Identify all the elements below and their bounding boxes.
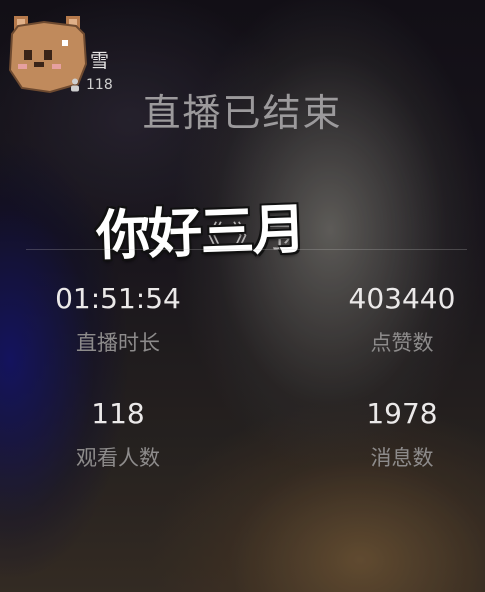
stat-value: 403440 (348, 282, 456, 315)
stat-likes: 403440 点赞数 (302, 282, 485, 357)
stat-label: 消息数 (370, 446, 434, 470)
live-ended-title: 直播已结束 (142, 91, 343, 135)
overlay-sticker-text: 你好三月 (95, 197, 306, 268)
stat-label: 直播时长 (76, 331, 160, 355)
live-ended-screen: 雪 118 直播已结束 《 》序 你好三月 01:51:54 直播时长 4034… (0, 0, 485, 592)
stat-live-duration: 01:51:54 直播时长 (18, 282, 218, 357)
stat-value: 118 (91, 397, 145, 430)
divider (26, 249, 467, 250)
stat-label: 观看人数 (76, 446, 160, 470)
stat-value: 01:51:54 (55, 282, 181, 315)
streamer-name[interactable]: 雪 (90, 46, 109, 73)
stat-label: 点赞数 (370, 331, 434, 355)
stat-value: 1978 (366, 397, 438, 430)
stat-messages: 1978 消息数 (302, 397, 485, 472)
stat-viewers: 118 观看人数 (18, 397, 218, 472)
